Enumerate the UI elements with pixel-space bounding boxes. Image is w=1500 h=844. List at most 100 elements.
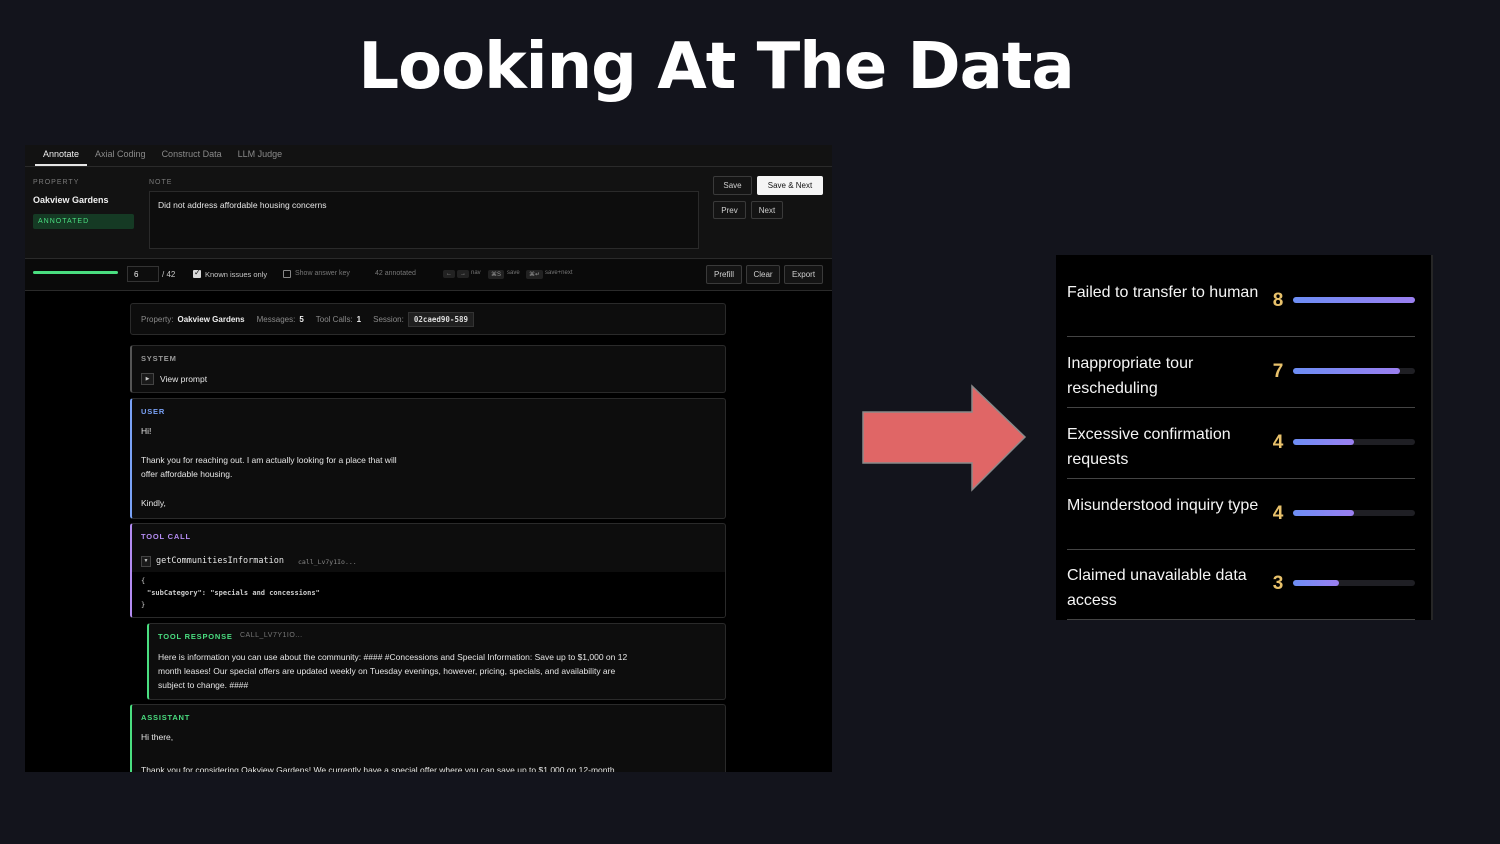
save-button[interactable]: Save	[713, 176, 752, 195]
system-role-label: SYSTEM	[141, 354, 177, 363]
export-button[interactable]: Export	[784, 265, 823, 284]
failure-mode-label: Excessive confirmation requests	[1067, 426, 1231, 468]
user-message-card: USER Hi! Thank you for reaching out. I a…	[130, 398, 726, 519]
user-line-2: Thank you for reaching out. I am actuall…	[141, 455, 397, 465]
save-next-key-icon: ⌘↵	[526, 270, 544, 279]
session-meta-bar: Property: Oakview Gardens Messages: 5 To…	[130, 303, 726, 335]
note-label: NOTE	[149, 179, 173, 186]
args-open-brace: {	[141, 577, 146, 585]
save-next-button[interactable]: Save & Next	[757, 176, 823, 195]
tool-response-role-label: TOOL RESPONSE	[158, 632, 233, 641]
failure-mode-bar-fill	[1293, 510, 1354, 516]
failure-mode-row: Inappropriate tour rescheduling 7	[1067, 337, 1415, 408]
tab-llm-judge[interactable]: LLM Judge	[230, 145, 291, 166]
meta-messages-value: 5	[299, 314, 304, 324]
meta-tool-calls-label: Tool Calls:	[315, 314, 353, 324]
annotation-form: PROPERTY Oakview Gardens ANNOTATED NOTE …	[25, 167, 832, 259]
prev-button[interactable]: Prev	[713, 201, 746, 219]
failure-mode-bar-fill	[1293, 297, 1415, 303]
tool-response-line-3: subject to change. ####	[158, 680, 249, 690]
save-next-hint: save+next	[545, 270, 573, 276]
toolbar: 6 / 42 Known issues only Show answer key…	[25, 259, 832, 291]
failure-mode-label: Inappropriate tour rescheduling	[1067, 355, 1194, 397]
user-role-label: USER	[141, 407, 166, 416]
system-message-card: SYSTEM ▶ View prompt	[130, 345, 726, 393]
property-name: Oakview Gardens	[33, 195, 109, 205]
failure-mode-bar-track	[1293, 580, 1415, 586]
user-line-1: Hi!	[141, 426, 152, 436]
meta-tool-calls-value: 1	[356, 314, 362, 324]
assistant-message-card: ASSISTANT Hi there, Thank you for consid…	[130, 704, 726, 772]
slide-title: Looking At The Data	[358, 30, 1074, 104]
tool-response-line-1: Here is information you can use about th…	[158, 652, 628, 662]
failure-mode-count: 7	[1272, 361, 1284, 382]
failure-mode-label: Failed to transfer to human	[1067, 284, 1259, 301]
failure-mode-bar-fill	[1293, 368, 1400, 374]
tool-call-name: getCommunitiesInformation	[156, 556, 284, 566]
tab-construct-data[interactable]: Construct Data	[154, 145, 230, 166]
failure-mode-label: Misunderstood inquiry type	[1067, 497, 1259, 514]
save-key-icon: ⌘S	[488, 270, 505, 279]
meta-property-value: Oakview Gardens	[177, 314, 245, 324]
next-button[interactable]: Next	[751, 201, 783, 219]
collapse-triangle-icon[interactable]: ▼	[141, 556, 151, 567]
failure-mode-bar-fill	[1293, 580, 1339, 586]
left-arrow-key-icon: ←	[443, 270, 455, 278]
failure-mode-bar-fill	[1293, 439, 1354, 445]
view-prompt-toggle[interactable]: View prompt	[160, 372, 207, 386]
nav-hint: nav	[471, 270, 481, 276]
property-label: PROPERTY	[33, 179, 80, 186]
tool-response-card: TOOL RESPONSE CALL_LV7Y1IO... Here is in…	[147, 623, 726, 700]
right-arrow-key-icon: →	[457, 270, 469, 278]
item-total: / 42	[162, 270, 176, 279]
user-line-3: offer affordable housing.	[141, 469, 233, 479]
tool-call-id: call_Lv7y1Io...	[298, 558, 357, 566]
annotation-app-screenshot: Annotate Axial Coding Construct Data LLM…	[25, 145, 832, 772]
prefill-button[interactable]: Prefill	[706, 265, 742, 284]
tool-response-id: CALL_LV7Y1IO...	[240, 632, 303, 639]
expand-triangle-icon[interactable]: ▶	[141, 373, 154, 385]
annotated-count: 42 annotated	[375, 270, 416, 277]
show-answer-key-label: Show answer key	[295, 270, 350, 277]
assistant-role-label: ASSISTANT	[141, 713, 191, 722]
right-arrow-icon	[862, 384, 1027, 492]
args-line: "subCategory": "specials and concessions…	[147, 589, 320, 597]
known-issues-checkbox[interactable]	[193, 268, 201, 278]
failure-mode-count: 4	[1272, 503, 1284, 524]
save-hint: save	[507, 270, 520, 276]
failure-mode-row: Misunderstood inquiry type 4	[1067, 479, 1415, 550]
meta-property-label: Property:	[141, 314, 174, 324]
failure-mode-row: Claimed unavailable data access 3	[1067, 549, 1415, 620]
tab-annotate[interactable]: Annotate	[35, 145, 88, 166]
user-line-4: Kindly,	[141, 498, 166, 508]
args-close-brace: }	[141, 601, 146, 609]
tab-axial-coding[interactable]: Axial Coding	[87, 145, 154, 166]
assistant-line-1: Hi there,	[141, 732, 174, 742]
show-answer-key-checkbox[interactable]	[283, 270, 291, 278]
tool-call-args: { "subCategory": "specials and concessio…	[132, 572, 725, 617]
meta-session-label: Session:	[373, 314, 404, 324]
failure-mode-row: Excessive confirmation requests 4	[1067, 408, 1415, 479]
failure-mode-bar-track	[1293, 368, 1415, 374]
failure-mode-bar-track	[1293, 297, 1415, 303]
failure-mode-count: 8	[1272, 290, 1284, 311]
tab-bar: Annotate Axial Coding Construct Data LLM…	[25, 145, 832, 167]
item-index-input[interactable]: 6	[127, 266, 159, 282]
tool-call-role-label: TOOL CALL	[141, 532, 191, 541]
status-badge: ANNOTATED	[33, 214, 134, 229]
progress-bar	[33, 271, 119, 274]
failure-mode-bar-track	[1293, 510, 1415, 516]
known-issues-label: Known issues only	[205, 270, 268, 279]
assistant-line-2: Thank you for considering Oakview Garden…	[141, 765, 615, 772]
failure-mode-label: Claimed unavailable data access	[1067, 567, 1247, 609]
clear-button[interactable]: Clear	[746, 265, 780, 284]
failure-mode-bar-track	[1293, 439, 1415, 445]
tool-call-card: TOOL CALL ▼ getCommunitiesInformation ca…	[130, 523, 726, 618]
failure-mode-count: 4	[1272, 432, 1284, 453]
note-textarea[interactable]: Did not address affordable housing conce…	[149, 191, 699, 249]
failure-mode-count: 3	[1272, 573, 1284, 594]
failure-mode-row: Failed to transfer to human 8	[1067, 266, 1415, 337]
tool-response-line-2: month leases! Our special offers are upd…	[158, 666, 616, 676]
failure-mode-summary: Failed to transfer to human 8 Inappropri…	[1056, 255, 1433, 620]
meta-messages-label: Messages:	[256, 314, 296, 324]
